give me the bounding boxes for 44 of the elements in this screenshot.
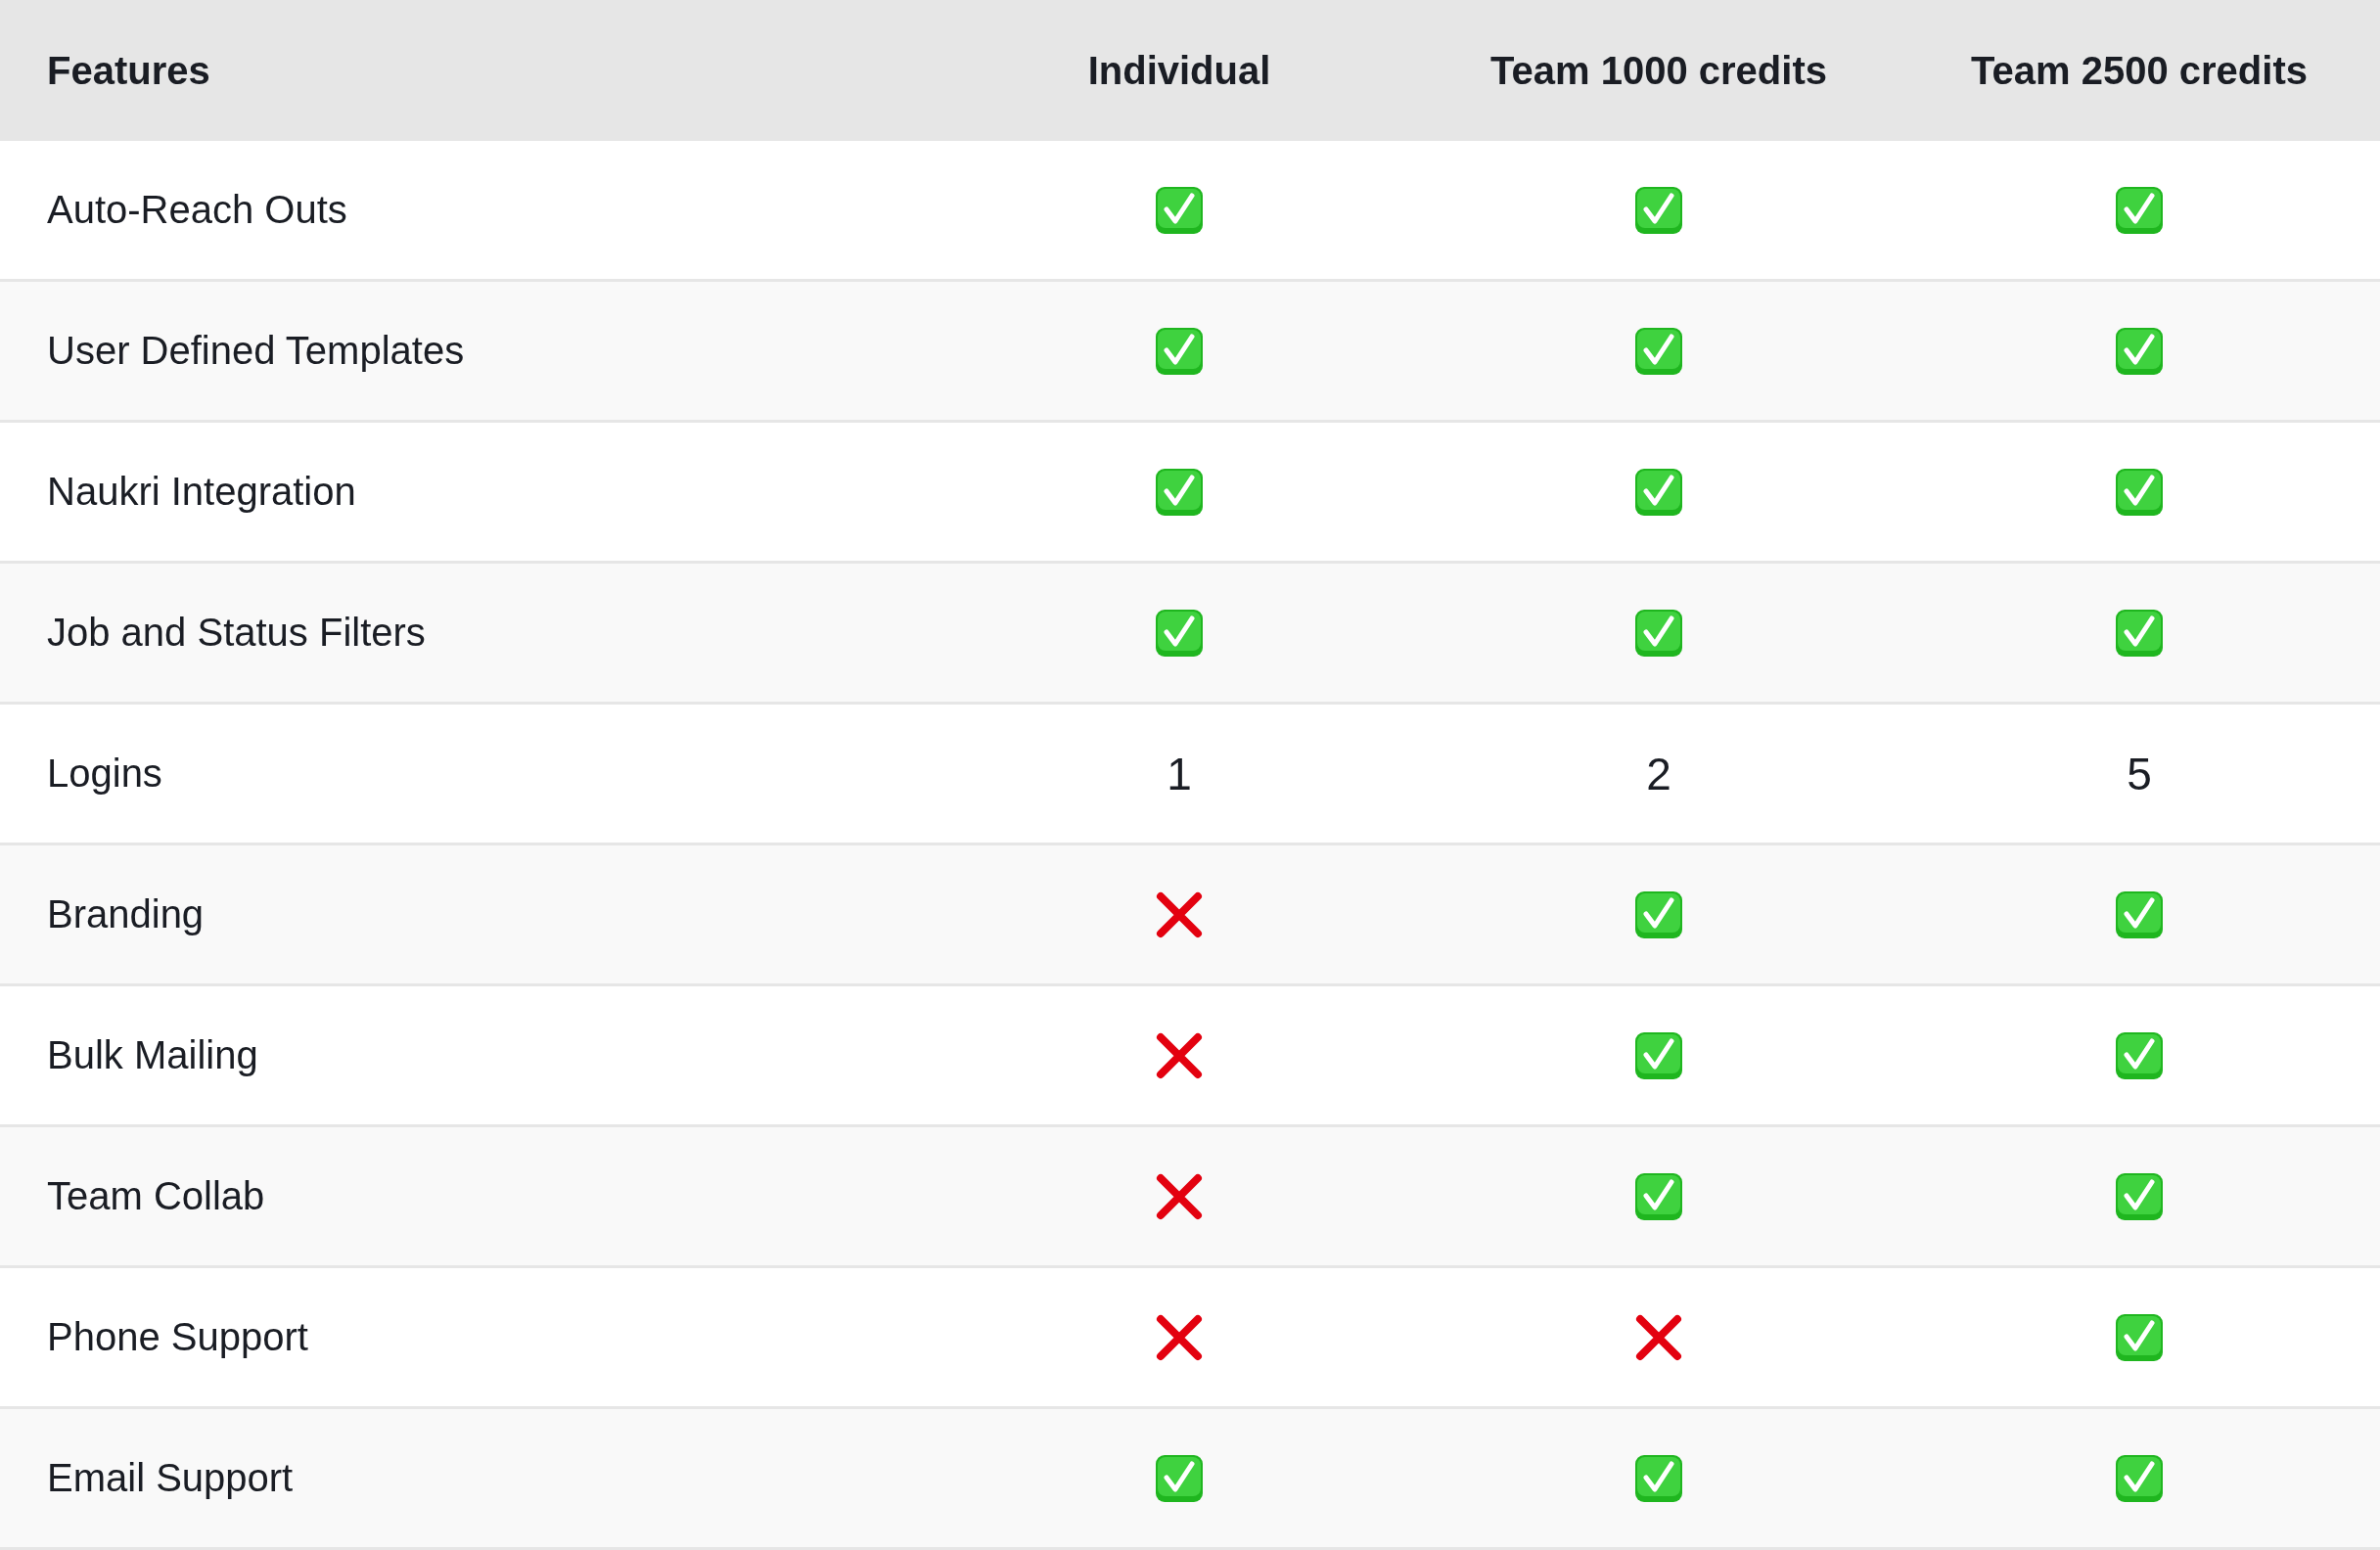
check-icon — [1155, 467, 1204, 517]
table-cell: 5 — [2127, 747, 2152, 800]
check-icon — [2115, 1030, 2164, 1080]
check-icon — [1634, 185, 1683, 235]
check-icon — [1634, 1030, 1683, 1080]
check-icon — [1634, 608, 1683, 658]
check-icon — [2115, 1171, 2164, 1221]
check-icon — [2115, 1312, 2164, 1362]
cross-icon — [1634, 1312, 1683, 1362]
check-icon — [2115, 326, 2164, 376]
feature-name: Phone Support — [47, 1315, 308, 1358]
cross-icon — [1155, 1312, 1204, 1362]
check-icon — [1155, 326, 1204, 376]
feature-name: Auto-Reach Outs — [47, 188, 347, 231]
column-header: Individual — [1087, 48, 1271, 93]
check-icon — [1155, 1453, 1204, 1503]
cross-icon — [1155, 889, 1204, 939]
check-icon — [2115, 467, 2164, 517]
check-icon — [2115, 185, 2164, 235]
feature-name: Logins — [47, 752, 162, 795]
column-header: Features — [47, 48, 210, 92]
feature-name: Team Collab — [47, 1174, 265, 1217]
table-cell: 1 — [1167, 747, 1192, 800]
check-icon — [1155, 608, 1204, 658]
cross-icon — [1155, 1030, 1204, 1080]
feature-name: Job and Status Filters — [47, 611, 426, 654]
check-icon — [1634, 326, 1683, 376]
check-icon — [2115, 1453, 2164, 1503]
feature-name: Email Support — [47, 1456, 294, 1499]
check-icon — [1634, 467, 1683, 517]
feature-name: User Defined Templates — [47, 329, 465, 372]
column-header: Team 2500 credits — [1971, 48, 2308, 93]
check-icon — [1634, 889, 1683, 939]
column-header: Team 1000 credits — [1490, 48, 1827, 93]
check-icon — [1155, 185, 1204, 235]
check-icon — [2115, 889, 2164, 939]
feature-name: Naukri Integration — [47, 470, 356, 513]
check-icon — [1634, 1453, 1683, 1503]
cross-icon — [1155, 1171, 1204, 1221]
feature-name: Bulk Mailing — [47, 1033, 258, 1076]
check-icon — [2115, 608, 2164, 658]
table-cell: 2 — [1646, 747, 1671, 800]
check-icon — [1634, 1171, 1683, 1221]
feature-name: Branding — [47, 892, 205, 935]
